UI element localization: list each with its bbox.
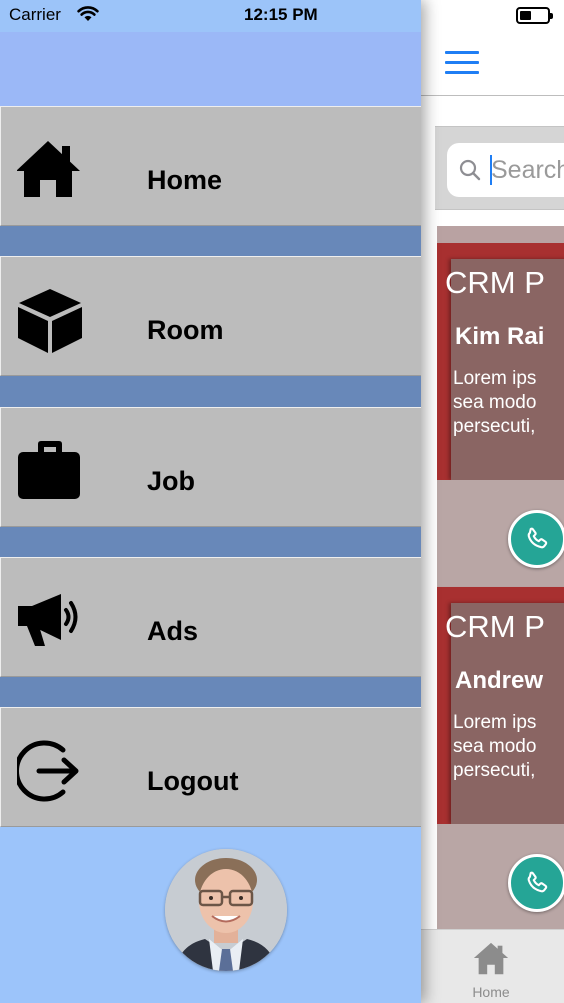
cube-icon xyxy=(18,289,82,353)
phone-icon xyxy=(527,871,548,893)
clock: 12:15 PM xyxy=(244,5,318,24)
menu-item-room[interactable]: Room xyxy=(0,256,421,376)
card-description: Lorem ips sea modo persecuti, xyxy=(453,368,537,437)
navigation-bar xyxy=(421,32,564,96)
wifi-icon xyxy=(77,6,99,21)
home-icon xyxy=(17,141,80,197)
megaphone-icon xyxy=(18,594,78,646)
menu-item-ads[interactable]: Ads xyxy=(0,557,421,677)
menu-item-label: Ads xyxy=(147,616,199,646)
menu-item-logout[interactable]: Logout xyxy=(0,707,421,827)
card-name: Andrew xyxy=(455,667,544,694)
search-bar xyxy=(435,126,564,210)
tab-label: Home xyxy=(472,984,510,1000)
profile-avatar[interactable] xyxy=(165,849,287,971)
menu-item-label: Home xyxy=(147,165,223,195)
avatar-image xyxy=(165,849,287,971)
tab-home[interactable]: Home xyxy=(455,938,527,1002)
card-name: Kim Rai xyxy=(455,323,545,350)
list-item[interactable]: CRM P Andrew Lorem ips sea modo persecut… xyxy=(437,587,564,930)
main-screen: CRM P Kim Rai Lorem ips sea modo persecu… xyxy=(421,0,564,1003)
status-bar: Carrier 12:15 PM xyxy=(0,0,421,32)
search-field[interactable] xyxy=(447,143,564,197)
card-description: Lorem ips sea modo persecuti, xyxy=(453,712,537,781)
search-input[interactable] xyxy=(491,151,564,189)
menu-item-home[interactable]: Home xyxy=(0,106,421,226)
menu-icon[interactable] xyxy=(445,50,479,76)
menu-item-label: Job xyxy=(147,466,196,496)
tab-bar: Home xyxy=(421,929,564,1003)
home-icon xyxy=(473,942,509,975)
logout-icon xyxy=(17,740,79,802)
menu-item-label: Room xyxy=(147,315,224,345)
menu-item-job[interactable]: Job xyxy=(0,407,421,527)
side-drawer: Carrier 12:15 PM Home Room Job Ads Logou… xyxy=(0,0,421,1003)
battery-icon xyxy=(516,7,553,24)
drawer-header xyxy=(0,32,421,106)
list-item[interactable]: CRM P Kim Rai Lorem ips sea modo persecu… xyxy=(437,243,564,586)
drawer-footer xyxy=(0,827,421,1003)
card-title: CRM P xyxy=(445,609,545,644)
drawer-menu: Home Room Job Ads Logout xyxy=(0,106,421,827)
menu-item-label: Logout xyxy=(147,766,239,796)
carrier-label: Carrier xyxy=(9,5,61,24)
phone-icon xyxy=(527,527,548,549)
card-title: CRM P xyxy=(445,265,545,300)
call-button[interactable] xyxy=(508,854,564,912)
search-icon xyxy=(459,159,481,181)
briefcase-icon xyxy=(18,441,80,499)
status-bar-right xyxy=(421,0,564,32)
call-button[interactable] xyxy=(508,510,564,568)
card-list[interactable]: CRM P Kim Rai Lorem ips sea modo persecu… xyxy=(437,226,564,930)
